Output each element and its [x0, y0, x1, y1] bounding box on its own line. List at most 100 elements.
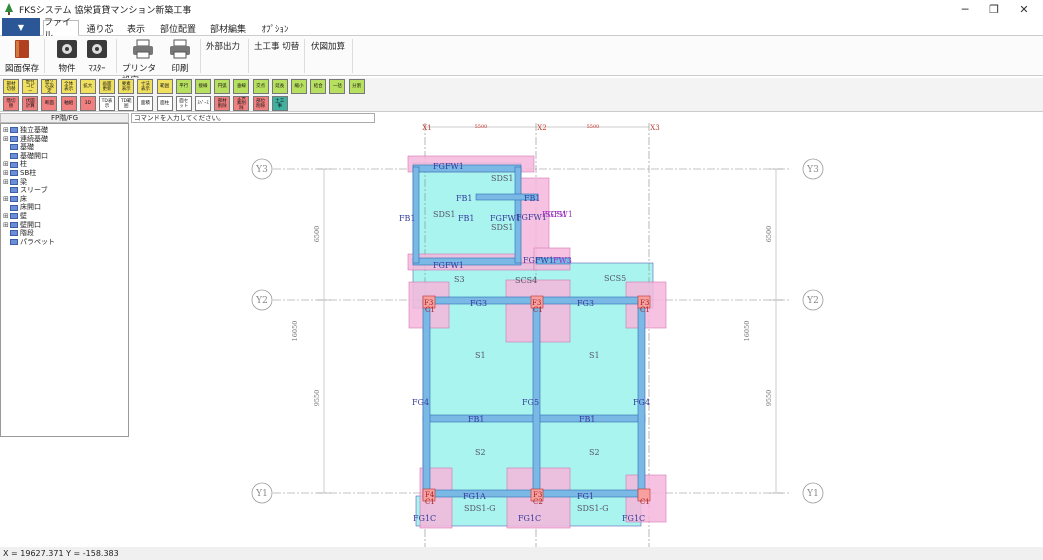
folder-icon	[10, 161, 18, 168]
window-title: FKSシステム 協栄賃貸マンション新築工事	[19, 5, 192, 16]
tool-button[interactable]: 分割	[348, 79, 365, 94]
toolbar-top: 部材切替 部材コピー 通り芯設定 全体表示 拡大 画面更新 要素表示 寸法表示 範囲 平行 接線 円弧…	[0, 78, 1043, 95]
member-label: FG1A	[463, 492, 486, 501]
takeoff-button[interactable]: 伏図加算	[311, 40, 345, 52]
command-input[interactable]: コマンドを入力してください。	[131, 113, 375, 123]
expand-icon[interactable]: ⊞	[3, 160, 10, 169]
tool-button[interactable]: 円弧	[214, 79, 231, 94]
tool-button[interactable]: 全要素削除	[233, 96, 250, 111]
tool-button[interactable]: ｽﾍﾟｰｽ	[195, 96, 211, 111]
tool-button[interactable]: 結合	[310, 79, 327, 94]
tab-member-edit[interactable]: 部材編集	[207, 20, 249, 36]
maximize-button[interactable]: ❐	[980, 0, 1008, 18]
tree-item[interactable]: スリーブ	[3, 186, 48, 195]
expand-icon[interactable]: ⊞	[3, 195, 10, 204]
tool-button[interactable]: 面セット	[175, 96, 192, 111]
expand-icon[interactable]: ⊞	[3, 169, 10, 178]
expand-icon[interactable]: ⊞	[3, 135, 10, 144]
expand-icon[interactable]: ⊞	[3, 126, 10, 135]
save-drawing-button[interactable]: 図面保存	[5, 39, 39, 74]
printer-icon	[133, 39, 153, 59]
tool-button[interactable]: 断面	[41, 96, 58, 111]
tool-button[interactable]: 縮小	[291, 79, 307, 94]
tool-button[interactable]: TD範囲	[118, 96, 135, 111]
tool-button[interactable]: 軸組	[60, 96, 77, 111]
tool-button[interactable]: 寸法表示	[137, 79, 154, 94]
tool-button[interactable]: 3D	[79, 96, 96, 111]
drawing-canvas[interactable]: Y3 Y2 Y1 Y3 Y2 Y1 X1 X2 X3 5500 5500 650…	[131, 123, 1043, 547]
slab-label: S1	[589, 351, 600, 360]
tool-button[interactable]: 交点	[252, 79, 269, 94]
tool-button[interactable]: 面積	[137, 96, 154, 111]
grid-label-y1: Y1	[806, 489, 819, 499]
tool-button[interactable]: 拡大	[79, 79, 96, 94]
tree-item[interactable]: ⊞ 連続基礎	[3, 135, 48, 144]
tool-button[interactable]: 通り芯設定	[41, 79, 58, 94]
earthwork-toggle-button[interactable]: 土工事 切替	[254, 40, 299, 52]
tree-item-label: 壁	[20, 212, 27, 220]
expand-icon[interactable]: ⊞	[3, 178, 10, 187]
tree-item[interactable]: 基礎	[3, 143, 34, 152]
tool-button[interactable]: 接線	[195, 79, 211, 94]
tool-button[interactable]: 土工事	[271, 96, 288, 111]
tool-button[interactable]: 要素表示	[118, 79, 135, 94]
layer-tab[interactable]: FP階/FG	[0, 113, 129, 123]
tool-button[interactable]: 一括	[329, 79, 346, 94]
tree-item[interactable]: パラペット	[3, 238, 55, 247]
tree-item[interactable]: 階段	[3, 229, 34, 238]
tab-file[interactable]: ファイル	[43, 18, 79, 41]
tool-button[interactable]: 面柱	[156, 96, 173, 111]
tree-item[interactable]: ⊞ 柱	[3, 160, 27, 169]
member-label: FB1	[524, 194, 541, 203]
folder-icon	[10, 144, 18, 151]
tool-button[interactable]: 平行	[175, 79, 192, 94]
tool-button[interactable]: 画面更新	[99, 79, 115, 94]
tool-button[interactable]: 伏図計算	[22, 96, 39, 111]
tree-item[interactable]: ⊞ 梁	[3, 178, 27, 187]
slab-label: SCS4	[515, 276, 537, 285]
tree-item-label: 床開口	[20, 203, 41, 212]
member-label: FB1	[579, 415, 596, 424]
expand-icon[interactable]: ⊞	[3, 221, 10, 230]
member-label: FG1C	[518, 514, 541, 523]
tool-button[interactable]: TD表示	[99, 96, 115, 111]
tab-gridlines[interactable]: 通り芯	[84, 20, 116, 36]
tree-item[interactable]: ⊞ SB柱	[3, 169, 36, 178]
tool-button[interactable]: 全体表示	[60, 79, 77, 94]
tool-button[interactable]: 延長	[271, 79, 288, 94]
tab-placement[interactable]: 部位配置	[157, 20, 199, 36]
folder-icon	[10, 204, 18, 211]
tool-button[interactable]: 部材削除	[214, 96, 231, 111]
app-menu-button[interactable]: ▼	[2, 18, 40, 36]
tool-button[interactable]: 部位削除	[252, 96, 269, 111]
member-tree: ⊞ 独立基礎 ⊞ 連続基礎 基礎 基礎開口 ⊞ 柱 ⊞ SB柱 ⊞ 梁スリーブ ⊞ 床床開口 ⊞ 壁 ⊞ 壁開口階…	[0, 123, 129, 437]
folder-icon	[10, 196, 18, 203]
tree-item[interactable]: ⊞ 壁開口	[3, 221, 41, 230]
floor-plan-drawing[interactable]: Y3 Y2 Y1 Y3 Y2 Y1 X1 X2 X3 5500 5500 650…	[131, 123, 1043, 547]
folder-icon	[10, 239, 18, 246]
member-label: FW3	[553, 256, 572, 265]
tool-button[interactable]: 部材コピー	[22, 79, 39, 94]
property-button[interactable]: 物件	[52, 39, 82, 74]
dim-label: 6500	[313, 226, 321, 243]
tool-button[interactable]: 範囲	[156, 79, 173, 94]
export-button[interactable]: 外部出力	[206, 40, 240, 52]
dim-label: 9550	[313, 390, 321, 407]
close-button[interactable]: ✕	[1010, 0, 1038, 18]
dim-label: 9550	[765, 390, 773, 407]
tree-item[interactable]: 床開口	[3, 203, 41, 212]
master-button[interactable]: ﾏｽﾀｰ	[84, 39, 110, 74]
print-button[interactable]: 印刷	[168, 39, 192, 74]
tab-view[interactable]: 表示	[122, 20, 150, 36]
tool-button[interactable]: 部材切替	[3, 79, 19, 94]
tree-item-label: 梁	[20, 177, 27, 186]
tree-item[interactable]: ⊞ 壁	[3, 212, 27, 221]
tool-button[interactable]: 垂線	[233, 79, 250, 94]
minimize-button[interactable]: ─	[951, 0, 979, 18]
tree-item[interactable]: ⊞ 独立基礎	[3, 126, 48, 135]
grid-label-y2: Y2	[255, 296, 268, 306]
slab-label: SCS5	[604, 274, 626, 283]
expand-icon[interactable]: ⊞	[3, 212, 10, 221]
tool-button[interactable]: 階切替	[3, 96, 19, 111]
tab-options[interactable]: ｵﾌﾟｼｮﾝ	[257, 20, 293, 36]
